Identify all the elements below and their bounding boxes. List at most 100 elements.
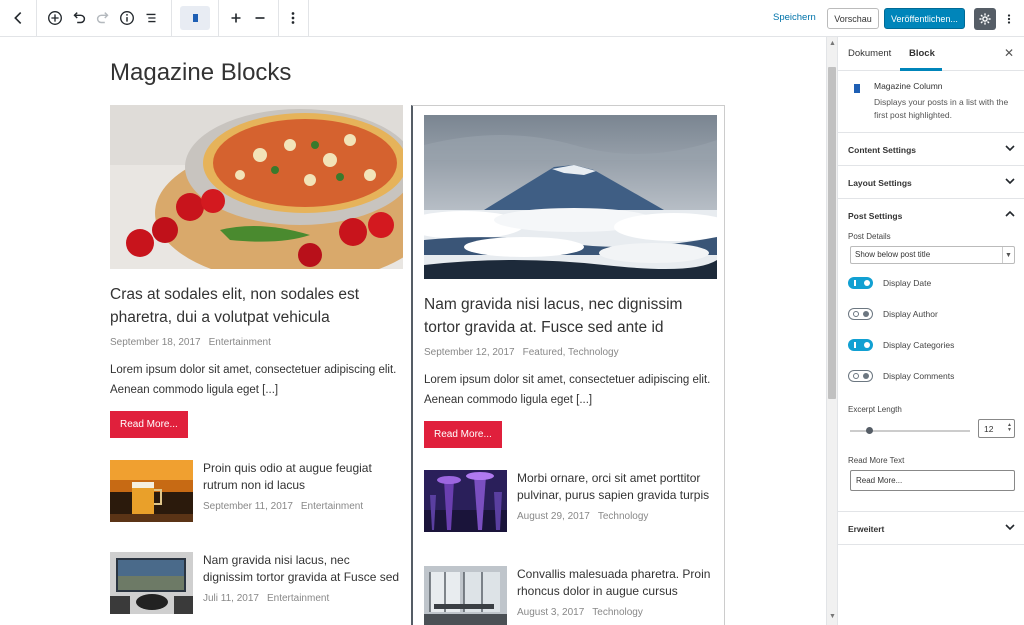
slider-handle[interactable] [866,427,873,434]
magazine-column-icon [854,84,860,93]
toolbar-divider [36,0,37,37]
top-toolbar: Speichern Vorschau Veröffentlichen... [0,0,1024,37]
select-value: Show below post title [855,250,931,259]
back-icon[interactable] [6,6,30,30]
toggle-display-author[interactable]: Display Author [848,307,938,321]
list-item[interactable]: Proin quis odio at augue feugiat rutrum … [110,460,423,522]
save-draft-link[interactable]: Speichern [773,12,816,23]
post-thumbnail-gaming[interactable] [110,552,193,614]
list-item[interactable]: Morbi ornare, orci sit amet porttitor pu… [424,470,724,532]
read-more-button[interactable]: Read More... [110,411,188,438]
list-item[interactable]: Convallis malesuada pharetra. Proin rhon… [424,566,724,625]
post-category[interactable]: Entertainment [301,501,363,512]
panel-title: Content Settings [848,145,916,155]
block-name: Magazine Column [874,81,943,91]
block-card: Magazine Column Displays your posts in a… [838,71,1024,133]
excerpt-length-input[interactable]: 12 ▲ ▼ [978,419,1015,438]
read-more-button[interactable]: Read More... [424,421,502,448]
post-title[interactable]: Nam gravida nisi lacus, nec dignissim to… [203,552,403,586]
preview-button[interactable]: Vorschau [827,8,879,29]
minus-icon[interactable] [248,6,272,30]
toggle-label: Display Comments [883,371,955,381]
featured-image-mountain[interactable] [424,115,717,279]
toolbar-divider [308,0,309,37]
page-title[interactable]: Magazine Blocks [110,59,291,87]
post-excerpt: Lorem ipsum dolor sit amet, consectetuer… [424,374,711,406]
magazine-column-left[interactable]: Cras at sodales elit, non sodales est ph… [110,105,423,625]
outline-icon[interactable] [139,6,163,30]
post-title[interactable]: Convallis malesuada pharetra. Proin rhon… [517,566,717,600]
chevron-up-icon [1005,210,1015,217]
tab-document[interactable]: Dokument [848,48,891,59]
post-title[interactable]: Proin quis odio at augue feugiat rutrum … [203,460,403,494]
post-thumbnail-beer[interactable] [110,460,193,522]
post-title[interactable]: Morbi ornare, orci sit amet porttitor pu… [517,470,717,504]
scroll-down-icon[interactable]: ▼ [829,613,836,620]
scrollbar-thumb[interactable] [828,67,836,399]
post-category[interactable]: Technology [592,607,643,618]
post-category[interactable]: Technology [598,511,649,522]
post-meta: Juli 11, 2017 Entertainment [203,593,403,604]
post-meta: August 3, 2017 Technology [517,607,717,618]
panel-advanced[interactable]: Erweitert [838,512,1024,545]
post-meta: September 12, 2017 Featured, Technology [424,347,724,358]
gutenberg-editor: Speichern Vorschau Veröffentlichen... Ma… [0,0,1024,625]
featured-post-title[interactable]: Nam gravida nisi lacus, nec dignissim to… [424,293,714,339]
read-more-text-input[interactable]: Read More... [850,470,1015,491]
block-type-indicator[interactable] [180,6,210,30]
settings-sidebar: Dokument Block ✕ Magazine Column Display… [837,37,1024,625]
featured-post-title[interactable]: Cras at sodales elit, non sodales est ph… [110,283,400,329]
post-thumbnail-supertrees[interactable] [424,470,507,532]
toggle-display-categories[interactable]: Display Categories [848,338,954,352]
toggle-switch-on[interactable] [848,339,873,351]
more-menu-icon[interactable] [1002,8,1016,30]
add-block-icon[interactable] [43,6,67,30]
block-description: Displays your posts in a list with the f… [874,97,1009,120]
panel-content-settings[interactable]: Content Settings [838,133,1024,166]
post-thumbnail-office[interactable] [424,566,507,625]
spinner-icon[interactable]: ▲ ▼ [1007,423,1012,433]
plus-icon[interactable] [224,6,248,30]
chevron-down-icon: ▼ [1002,247,1014,263]
panel-post-settings[interactable]: Post Settings [838,199,1024,232]
post-settings-body: Post Details Show below post title ▼ Dis… [838,232,1024,512]
toggle-switch-off[interactable] [848,308,873,320]
list-item[interactable]: Nam gravida nisi lacus, nec dignissim to… [110,552,423,614]
panel-title: Layout Settings [848,178,912,188]
toggle-switch-off[interactable] [848,370,873,382]
post-excerpt: Lorem ipsum dolor sit amet, consectetuer… [110,364,397,396]
toggle-switch-on[interactable] [848,277,873,289]
editor-canvas: Magazine Blocks Cras at sodales elit, no… [0,37,826,625]
featured-image-pizza[interactable] [110,105,403,269]
close-icon[interactable]: ✕ [1004,46,1014,60]
sidebar-tabs: Dokument Block ✕ [838,37,1024,71]
post-date: September 12, 2017 [424,347,515,358]
toggle-display-comments[interactable]: Display Comments [848,369,954,383]
magazine-column-right-selected[interactable]: Nam gravida nisi lacus, nec dignissim to… [411,105,725,625]
settings-gear-icon[interactable] [974,8,996,30]
toggle-display-date[interactable]: Display Date [848,276,931,290]
info-icon[interactable] [115,6,139,30]
scroll-up-icon[interactable]: ▲ [829,40,836,47]
excerpt-length-label: Excerpt Length [848,405,902,414]
toggle-label: Display Date [883,278,932,288]
panel-layout-settings[interactable]: Layout Settings [838,166,1024,199]
post-category[interactable]: Featured, Technology [523,347,619,358]
block-more-icon[interactable] [281,6,305,30]
tab-block[interactable]: Block [909,48,935,59]
post-category[interactable]: Entertainment [267,593,329,604]
chevron-down-icon [1005,178,1015,185]
post-date: September 11, 2017 [203,501,293,512]
chevron-down-icon [1005,524,1015,531]
redo-icon[interactable] [91,6,115,30]
editor-scrollbar[interactable]: ▲ ▼ [826,37,837,625]
post-details-select[interactable]: Show below post title ▼ [850,246,1015,264]
publish-button[interactable]: Veröffentlichen... [884,8,965,29]
toolbar-divider [218,0,219,37]
post-category[interactable]: Entertainment [209,337,271,348]
input-value: 12 [984,424,994,434]
undo-icon[interactable] [67,6,91,30]
post-meta: September 11, 2017 Entertainment [203,501,403,512]
toggle-label: Display Author [883,309,938,319]
read-more-text-label: Read More Text [848,456,905,465]
